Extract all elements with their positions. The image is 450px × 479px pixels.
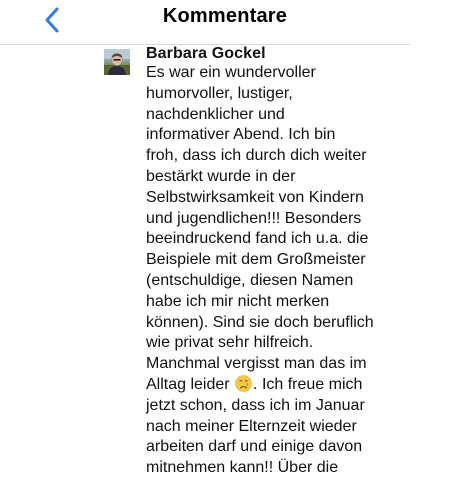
page-title: Kommentare <box>162 5 288 27</box>
user-avatar-icon <box>104 49 130 75</box>
avatar[interactable] <box>104 49 130 75</box>
comment-text: Es war ein wundervoller humorvoller, lus… <box>146 63 408 479</box>
crying-face-emoji-icon <box>235 375 252 392</box>
comment-author[interactable]: Barbara Gockel <box>146 45 266 63</box>
comment-item: Barbara Gockel Es war ein wundervoller h… <box>0 45 450 476</box>
comment-text-part1: Es war ein wundervoller humorvoller, lus… <box>146 64 374 393</box>
navigation-bar: Kommentare <box>0 0 450 44</box>
